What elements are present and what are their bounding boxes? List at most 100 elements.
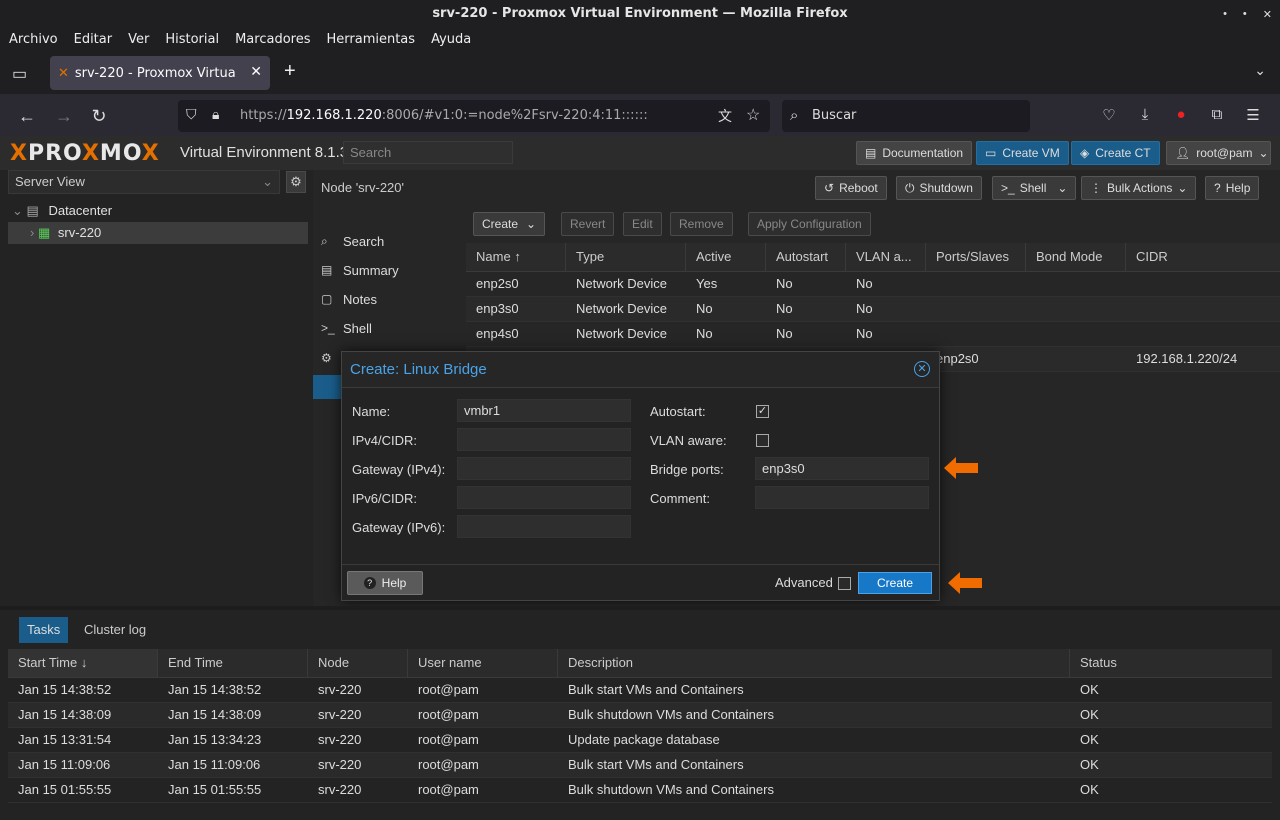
minimize-icon[interactable]: • [1223, 8, 1227, 20]
col-start-time[interactable]: Start Time ↓ [8, 649, 158, 677]
monitor-icon: ▭ [985, 146, 997, 160]
close-window-icon[interactable]: ✕ [1263, 8, 1272, 21]
tab-cluster-log[interactable]: Cluster log [76, 617, 154, 643]
create-button[interactable]: Create [858, 572, 932, 594]
table-row[interactable]: Jan 15 14:38:09 Jan 15 14:38:09 srv-220 roo… [8, 703, 1272, 728]
menu-marcadores[interactable]: Marcadores [226, 28, 317, 52]
firefox-view-icon[interactable]: ▭ [12, 64, 34, 84]
col-status[interactable]: Status [1070, 649, 1272, 677]
shield-icon[interactable]: ⛉ [186, 106, 197, 123]
tab-tasks[interactable]: Tasks [19, 617, 69, 643]
col-name[interactable]: Name ↑ [466, 243, 566, 271]
vlan-aware-checkbox[interactable] [756, 434, 769, 447]
apply-configuration-button[interactable]: Apply Configuration [748, 212, 871, 236]
remove-button[interactable]: Remove [670, 212, 733, 236]
shell-button[interactable]: >_ Shell ⌄ [992, 176, 1077, 200]
hamburger-menu-icon[interactable]: ☰ [1243, 106, 1263, 126]
col-autostart[interactable]: Autostart [766, 243, 846, 271]
close-tab-icon[interactable]: ✕ [250, 64, 262, 80]
table-row[interactable]: enp4s0 Network Device No No No [466, 322, 1280, 347]
menu-ver[interactable]: Ver [119, 28, 156, 52]
table-row[interactable]: Jan 15 11:09:06 Jan 15 11:09:06 srv-220 roo… [8, 753, 1272, 778]
extensions-icon[interactable]: ⧉ [1207, 106, 1227, 126]
translate-icon[interactable]: 文 [718, 106, 732, 126]
browser-tab[interactable]: ✕ srv-220 - Proxmox Virtual Environment … [50, 56, 270, 90]
back-icon[interactable]: ← [15, 104, 39, 128]
table-row[interactable]: enp3s0 Network Device No No No [466, 297, 1280, 322]
create-vm-button[interactable]: ▭ Create VM [976, 141, 1069, 165]
edit-button[interactable]: Edit [623, 212, 662, 236]
col-vlan[interactable]: VLAN a... [846, 243, 926, 271]
orange-arrow-icon [948, 572, 982, 594]
pocket-icon[interactable]: ♡ [1099, 106, 1119, 126]
col-ports[interactable]: Ports/Slaves [926, 243, 1026, 271]
ipv6-field[interactable] [457, 486, 631, 509]
table-row[interactable]: Jan 15 13:31:54 Jan 15 13:34:23 srv-220 roo… [8, 728, 1272, 753]
col-bond[interactable]: Bond Mode [1026, 243, 1126, 271]
create-menu-button[interactable]: Create ⌄ [473, 212, 546, 236]
server-view-select[interactable]: Server View ⌄ [8, 170, 280, 194]
nav-search[interactable]: ⌕ Search [321, 229, 384, 253]
search-bar[interactable]: ⌕ Buscar [782, 100, 1030, 132]
gear-icon[interactable]: ⚙ [286, 171, 306, 193]
close-icon[interactable]: ✕ [914, 361, 930, 377]
menu-historial[interactable]: Historial [156, 28, 226, 52]
help-button[interactable]: ? Help [1205, 176, 1260, 200]
maximize-icon[interactable]: • [1243, 8, 1247, 20]
comment-field[interactable] [755, 486, 929, 509]
node-title: Node 'srv-220' [321, 180, 405, 195]
documentation-button[interactable]: ▤ Documentation [856, 141, 973, 165]
tree-node-srv-220[interactable]: › ▦ srv-220 [8, 222, 308, 244]
dialog-footer: ? Help Advanced Create [342, 564, 939, 600]
downloads-icon[interactable]: ⤓ [1135, 106, 1155, 126]
cell: No [856, 301, 873, 316]
ipv4-field[interactable] [457, 428, 631, 451]
table-row[interactable]: Jan 15 01:55:55 Jan 15 01:55:55 srv-220 roo… [8, 778, 1272, 803]
gateway-ipv4-label: Gateway (IPv4): [352, 462, 446, 477]
reboot-button[interactable]: ↺ Reboot [815, 176, 887, 200]
menu-editar[interactable]: Editar [65, 28, 120, 52]
nav-notes[interactable]: ▢ Notes [321, 287, 377, 311]
name-field[interactable]: vmbr1 [457, 399, 631, 422]
lock-icon[interactable]: 🔒︎ [212, 106, 219, 123]
col-user-name[interactable]: User name [408, 649, 558, 677]
nav-shell[interactable]: >_ Shell [321, 316, 372, 340]
window-controls: • • ✕ [1223, 0, 1272, 28]
table-row[interactable]: enp2s0 Network Device Yes No No [466, 272, 1280, 297]
nav-network-selected[interactable] [313, 375, 341, 399]
menu-ayuda[interactable]: Ayuda [422, 28, 478, 52]
create-ct-button[interactable]: ◈ Create CT [1071, 141, 1160, 165]
col-description[interactable]: Description [558, 649, 1070, 677]
pve-search-input[interactable]: Search [343, 141, 513, 164]
gateway-ipv6-field[interactable] [457, 515, 631, 538]
new-tab-icon[interactable]: + [284, 60, 296, 83]
col-cidr[interactable]: CIDR [1126, 243, 1280, 271]
forward-icon[interactable]: → [52, 104, 76, 128]
nav-system[interactable]: ⚙ [321, 346, 335, 370]
dialog-help-button[interactable]: ? Help [347, 571, 423, 595]
chevron-down-icon: ⌄ [1258, 146, 1269, 160]
table-row[interactable]: Jan 15 14:38:52 Jan 15 14:38:52 srv-220 roo… [8, 678, 1272, 703]
bookmark-star-icon[interactable]: ☆ [746, 105, 760, 125]
user-menu-button[interactable]: 👤︎ root@pam ⌄ [1166, 141, 1271, 165]
tree-datacenter[interactable]: ⌄ ▤ Datacenter [8, 200, 308, 222]
menu-herramientas[interactable]: Herramientas [318, 28, 423, 52]
gateway-ipv4-field[interactable] [457, 457, 631, 480]
bridge-ports-field[interactable]: enp3s0 [755, 457, 929, 480]
col-node[interactable]: Node [308, 649, 408, 677]
comment-label: Comment: [650, 491, 710, 506]
advanced-checkbox[interactable] [838, 577, 851, 590]
bulk-actions-button[interactable]: ⋮ Bulk Actions ⌄ [1081, 176, 1197, 200]
col-active[interactable]: Active [686, 243, 766, 271]
col-end-time[interactable]: End Time [158, 649, 308, 677]
extension-lock-icon[interactable]: ● [1171, 106, 1191, 126]
revert-button[interactable]: Revert [561, 212, 615, 236]
nav-summary[interactable]: ▤ Summary [321, 258, 399, 282]
col-type[interactable]: Type [566, 243, 686, 271]
reload-icon[interactable]: ↻ [87, 104, 111, 128]
url-bar[interactable]: ⛉ 🔒︎ https://192.168.1.220:8006/#v1:0:=n… [178, 100, 770, 132]
autostart-checkbox[interactable]: ✓ [756, 405, 769, 418]
shutdown-button[interactable]: ⏻ Shutdown [896, 176, 982, 200]
menu-archivo[interactable]: Archivo [0, 28, 65, 52]
list-tabs-chevron-icon[interactable]: ⌄ [1254, 62, 1266, 79]
